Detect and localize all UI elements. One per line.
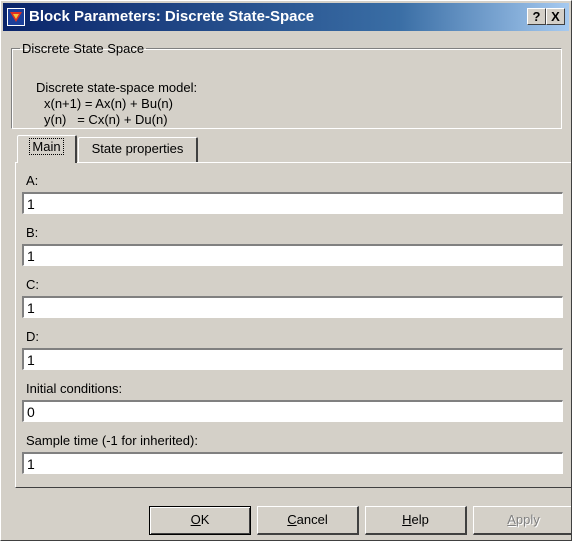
window-title: Block Parameters: Discrete State-Space [29,8,315,25]
main-tab-panel: A: B: C: D: Initial conditions: Sample t… [15,162,571,488]
cancel-label: ancel [296,512,328,527]
question-icon: ? [532,9,541,24]
ok-mnemonic: O [190,512,201,527]
ok-label: K [200,512,210,527]
tab-state-properties[interactable]: State properties [78,137,198,163]
a-matrix-input[interactable] [22,192,563,214]
output-equation: y(n) = Cx(n) + Du(n) [44,112,168,127]
d-matrix-input[interactable] [22,348,563,370]
d-matrix-label: D: [26,329,39,344]
simulink-app-icon [7,8,25,26]
state-equation: x(n+1) = Ax(n) + Bu(n) [44,96,173,111]
ok-button[interactable]: OK [149,506,251,535]
description-title: Discrete state-space model: [36,80,198,95]
b-matrix-input[interactable] [22,244,563,266]
help-mnemonic: H [402,512,412,527]
initial-conditions-input[interactable] [22,400,563,422]
dialog-window: Block Parameters: Discrete State-Space ?… [0,0,572,541]
apply-label: pply [515,512,540,527]
apply-button[interactable]: Apply [473,506,571,535]
title-bar[interactable]: Block Parameters: Discrete State-Space ?… [3,3,569,31]
help-label: elp [411,512,429,527]
tab-main-label: Main [29,138,64,155]
c-matrix-input[interactable] [22,296,563,318]
tab-state-properties-label: State properties [91,141,184,156]
b-matrix-label: B: [26,225,39,240]
cancel-button[interactable]: Cancel [257,506,359,535]
help-button[interactable]: Help [365,506,467,535]
description-group: Discrete State Space Discrete state-spac… [11,41,562,129]
close-button[interactable]: X [546,8,565,25]
sample-time-label: Sample time (-1 for inherited): [26,433,198,448]
cancel-mnemonic: C [287,512,297,527]
context-help-button[interactable]: ? [527,8,546,25]
a-matrix-label: A: [26,173,39,188]
c-matrix-label: C: [26,277,39,292]
apply-mnemonic: A [507,512,516,527]
tab-main[interactable]: Main [17,135,77,163]
close-icon: X [551,9,560,24]
sample-time-input[interactable] [22,452,563,474]
initial-conditions-label: Initial conditions: [26,381,123,396]
description-group-label: Discrete State Space [22,41,145,56]
